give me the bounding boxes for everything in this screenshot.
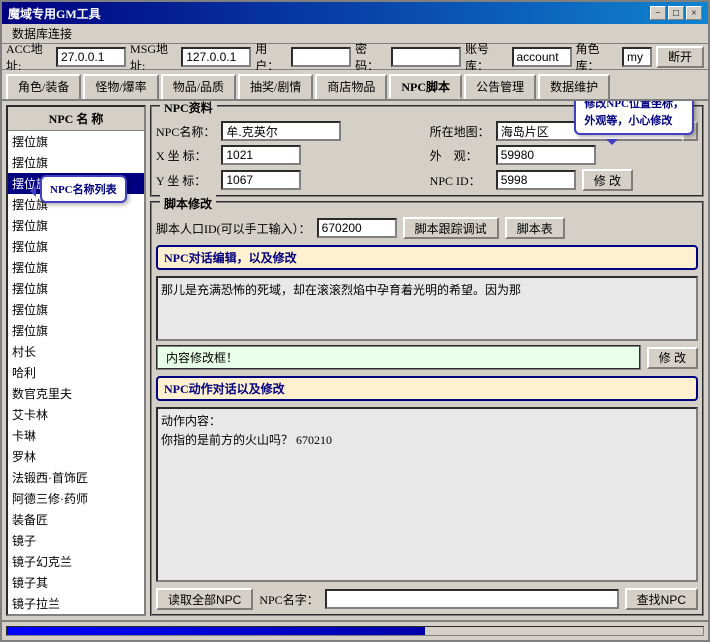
right-panel: NPC资料 NPC名称： 所在地图： ▼ X 坐 标： 外 观： Y 坐 标： — [150, 105, 704, 616]
list-item[interactable]: 罗林 — [8, 446, 144, 467]
window-title: 魔域专用GM工具 — [8, 5, 101, 22]
list-item[interactable]: 装备匠 — [8, 509, 144, 530]
toolbar: ACC地址: MSG地址: 用户： 密码： 账号库： 角色库： 断开 — [2, 44, 708, 70]
annotation-npc-pos: 修改NPC位置坐标，外观等，小心修改 — [574, 101, 694, 135]
script-section-label: 脚本修改 — [160, 195, 216, 212]
list-item[interactable]: 镜子幻克兰 — [8, 551, 144, 572]
account-input[interactable] — [512, 47, 572, 67]
list-item[interactable]: 摆位旗 — [8, 131, 144, 152]
list-item[interactable]: 数官克里夫 — [8, 383, 144, 404]
content-modify-button[interactable]: 修 改 — [647, 347, 698, 369]
title-controls: − □ × — [650, 6, 702, 20]
y-label: Y 坐 标： — [156, 172, 215, 189]
list-item[interactable]: 村长 — [8, 341, 144, 362]
role-input[interactable] — [622, 47, 652, 67]
npc-id-input[interactable] — [496, 170, 576, 190]
minimize-button[interactable]: − — [650, 6, 666, 20]
list-item[interactable]: 镜子 — [8, 530, 144, 551]
action-content-label: 动作内容： — [161, 414, 221, 428]
list-item[interactable]: 阿德三修·药师 — [8, 488, 144, 509]
tab-role[interactable]: 角色/装备 — [6, 74, 81, 99]
list-item[interactable]: 摆位旗 — [8, 278, 144, 299]
list-item[interactable]: 艾卡林 — [8, 404, 144, 425]
pwd-input[interactable] — [391, 47, 461, 67]
tab-bar: 角色/装备 怪物/爆率 物品/品质 抽奖/剧情 商店物品 NPC脚本 公告管理 … — [2, 70, 708, 101]
main-window: 魔域专用GM工具 − □ × 数据库连接 ACC地址: MSG地址: 用户： 密… — [0, 0, 710, 642]
list-item[interactable]: 镜子其 — [8, 572, 144, 593]
tab-lottery[interactable]: 抽奖/剧情 — [238, 74, 313, 99]
role-label: 角色库： — [576, 40, 619, 74]
list-item[interactable]: 摆位旗 — [8, 152, 144, 173]
npc-modify-button[interactable]: 修 改 — [582, 169, 633, 191]
tab-item[interactable]: 物品/品质 — [161, 74, 236, 99]
annotation-npc-list: NPC名称列表 — [40, 175, 127, 203]
dialog-edit-label: NPC对话编辑，以及修改 — [164, 251, 297, 265]
find-npc-button[interactable]: 查找NPC — [625, 588, 698, 610]
annotation-npc-list-text: NPC名称列表 — [50, 184, 117, 196]
person-id-label: 脚本人口ID(可以手工输入）： — [156, 220, 311, 237]
acc-input[interactable] — [56, 47, 126, 67]
npc-name-input[interactable] — [221, 121, 341, 141]
close-button[interactable]: × — [686, 6, 702, 20]
tab-data[interactable]: 数据维护 — [538, 74, 610, 99]
tab-shop[interactable]: 商店物品 — [315, 74, 387, 99]
person-id-input[interactable] — [317, 218, 397, 238]
progress-bar — [6, 626, 704, 636]
npc-name-find-input[interactable] — [325, 589, 619, 609]
list-item[interactable]: 卡琳 — [8, 425, 144, 446]
npc-list[interactable]: 摆位旗 摆位旗 摆位旗张 摆位旗 摆位旗 摆位旗 摆位旗 摆位旗 摆位旗 摆位旗… — [8, 131, 144, 614]
map-label: 所在地图： — [430, 123, 490, 140]
list-item[interactable]: 摆位旗 — [8, 257, 144, 278]
tab-announce[interactable]: 公告管理 — [464, 74, 536, 99]
account-label: 账号库： — [465, 40, 508, 74]
y-input[interactable] — [221, 170, 301, 190]
list-item[interactable]: 镜子拉兰 — [8, 593, 144, 614]
pwd-label: 密码： — [355, 40, 387, 74]
tab-monster[interactable]: 怪物/爆率 — [83, 74, 158, 99]
action-content: 你指的是前方的火山吗？ 670210 — [161, 431, 693, 448]
list-item[interactable]: 摆位旗 — [8, 320, 144, 341]
x-input[interactable] — [221, 145, 301, 165]
progress-fill — [7, 627, 425, 635]
dialog-textarea[interactable]: 那儿是充满恐怖的死域，却在滚滚烈焰中孕育着光明的希望。因为那 — [156, 276, 698, 341]
status-bar — [2, 620, 708, 640]
read-all-button[interactable]: 读取全部NPC — [156, 588, 253, 610]
user-label: 用户： — [255, 40, 287, 74]
title-bar: 魔域专用GM工具 − □ × — [2, 2, 708, 24]
npc-name-find-label: NPC名字： — [259, 591, 318, 608]
npc-list-header: NPC 名 称 — [8, 107, 144, 131]
npc-info-label: NPC资料 — [160, 101, 217, 116]
list-item[interactable]: 法锻西·首饰匠 — [8, 467, 144, 488]
msg-input[interactable] — [181, 47, 251, 67]
view-label: 外 观： — [430, 147, 490, 164]
tab-npc[interactable]: NPC脚本 — [389, 74, 462, 99]
view-input[interactable] — [496, 145, 596, 165]
main-content: NPC 名 称 摆位旗 摆位旗 摆位旗张 摆位旗 摆位旗 摆位旗 摆位旗 摆位旗… — [2, 101, 708, 620]
maximize-button[interactable]: □ — [668, 6, 684, 20]
list-item[interactable]: 摆位旗 — [8, 215, 144, 236]
list-item[interactable]: 摆位旗 — [8, 299, 144, 320]
debug-button[interactable]: 脚本跟踪调试 — [403, 217, 499, 239]
npc-id-label: NPC ID： — [430, 172, 490, 189]
x-label: X 坐 标： — [156, 147, 215, 164]
connect-button[interactable]: 断开 — [656, 46, 704, 68]
user-input[interactable] — [291, 47, 351, 67]
script-section: 脚本修改 脚本人口ID(可以手工输入）： 脚本跟踪调试 脚本表 NPC对话编辑，… — [150, 201, 704, 616]
acc-label: ACC地址: — [6, 40, 52, 74]
npc-name-label: NPC名称： — [156, 123, 215, 140]
content-edit-label: 内容修改框！ — [166, 351, 238, 365]
table-button[interactable]: 脚本表 — [505, 217, 565, 239]
list-item[interactable]: 哈利 — [8, 362, 144, 383]
list-item[interactable]: 摆位旗 — [8, 236, 144, 257]
action-label: NPC动作对话以及修改 — [164, 382, 285, 396]
msg-label: MSG地址: — [130, 40, 177, 74]
annotation-npc-pos-text: 修改NPC位置坐标，外观等，小心修改 — [584, 101, 684, 129]
